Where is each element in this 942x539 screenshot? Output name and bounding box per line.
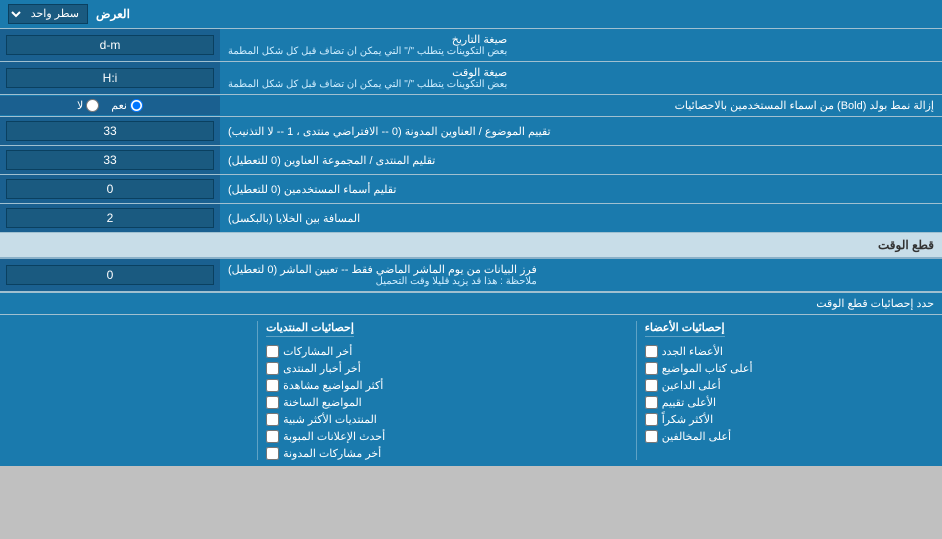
checkbox-new-members[interactable]	[645, 345, 658, 358]
checkbox-top-writers[interactable]	[645, 362, 658, 375]
checkboxes-area: إحصائيات الأعضاء الأعضاء الجدد أعلى كتاب…	[0, 315, 942, 466]
cb-last-news: أخر أخبار المنتدى	[266, 362, 361, 375]
forum-group-input-wrap	[0, 146, 220, 174]
cutoff-days-title: فرز البيانات من يوم الماشر الماضي فقط --…	[228, 263, 537, 276]
checkbox-top-violators[interactable]	[645, 430, 658, 443]
checkbox-top-inviters[interactable]	[645, 379, 658, 392]
post-stats-col: إحصائيات المنتديات أخر المشاركات أخر أخب…	[266, 321, 628, 460]
column-gap-row: المسافة بين الخلايا (بالبكسل)	[0, 204, 942, 233]
time-format-row: صيغة الوقت بعض التكوينات يتطلب "/" التي …	[0, 62, 942, 95]
bottom-stats-header: حدد إحصائيات قطع الوقت	[0, 293, 942, 315]
date-format-label: صيغة التاريخ بعض التكوينات يتطلب "/" الت…	[220, 29, 942, 61]
time-format-input-wrap	[0, 62, 220, 94]
checkbox-most-viewed[interactable]	[266, 379, 279, 392]
column-gap-label: المسافة بين الخلايا (بالبكسل)	[220, 204, 942, 232]
radio-no[interactable]	[86, 99, 99, 112]
time-format-label: صيغة الوقت بعض التكوينات يتطلب "/" التي …	[220, 62, 942, 94]
username-trim-input-wrap	[0, 175, 220, 203]
cb-top-violators: أعلى المخالفين	[645, 430, 731, 443]
bold-remove-options: نعم لا	[0, 96, 220, 115]
cb-new-members: الأعضاء الجدد	[645, 345, 723, 358]
checkbox-top-rated[interactable]	[645, 396, 658, 409]
checkbox-last-blog-posts[interactable]	[266, 447, 279, 460]
title-label: العرض	[96, 7, 130, 21]
forum-group-row: تقليم المنتدى / المجموعة العناوين (0 للت…	[0, 146, 942, 175]
cb-latest-classifieds: أحدث الإعلانات المبوبة	[266, 430, 385, 443]
topic-count-row: تقييم الموضوع / العناوين المدونة (0 -- ا…	[0, 117, 942, 146]
cb-most-viewed: أكثر المواضيع مشاهدة	[266, 379, 383, 392]
topic-count-input-wrap	[0, 117, 220, 145]
checkbox-latest-classifieds[interactable]	[266, 430, 279, 443]
display-select[interactable]: سطر واحد سطرين ثلاثة أسطر	[8, 4, 88, 24]
select-wrapper: سطر واحد سطرين ثلاثة أسطر	[8, 4, 88, 24]
empty-col	[8, 321, 249, 460]
cb-top-rated: الأعلى تقييم	[645, 396, 716, 409]
username-trim-label: تقليم أسماء المستخدمين (0 للتعطيل)	[220, 175, 942, 203]
checkbox-popular-forums[interactable]	[266, 413, 279, 426]
bold-remove-row: إزالة نمط بولد (Bold) من اسماء المستخدمي…	[0, 95, 942, 117]
date-format-title: صيغة التاريخ	[228, 33, 507, 46]
cutoff-days-row: فرز البيانات من يوم الماشر الماضي فقط --…	[0, 259, 942, 292]
header-row: العرض سطر واحد سطرين ثلاثة أسطر	[0, 0, 942, 29]
cb-last-posts: أخر المشاركات	[266, 345, 352, 358]
forum-group-label: تقليم المنتدى / المجموعة العناوين (0 للت…	[220, 146, 942, 174]
topic-count-input[interactable]	[6, 121, 214, 141]
date-format-row: صيغة التاريخ بعض التكوينات يتطلب "/" الت…	[0, 29, 942, 62]
main-container: العرض سطر واحد سطرين ثلاثة أسطر صيغة الت…	[0, 0, 942, 466]
bottom-stats-label: حدد إحصائيات قطع الوقت	[816, 297, 934, 310]
post-stats-header: إحصائيات المنتديات	[266, 321, 354, 337]
divider-1	[636, 321, 637, 460]
cutoff-days-sub: ملاحظة : هذا قد يزيد قليلا وقت التحميل	[228, 276, 537, 287]
radio-yes-label[interactable]: نعم	[111, 99, 143, 112]
forum-group-input[interactable]	[6, 150, 214, 170]
checkbox-last-news[interactable]	[266, 362, 279, 375]
column-gap-input-wrap	[0, 204, 220, 232]
username-trim-row: تقليم أسماء المستخدمين (0 للتعطيل)	[0, 175, 942, 204]
checkbox-most-thanks[interactable]	[645, 413, 658, 426]
topic-count-label: تقييم الموضوع / العناوين المدونة (0 -- ا…	[220, 117, 942, 145]
cutoff-section-header: قطع الوقت	[0, 233, 942, 259]
time-format-sub: بعض التكوينات يتطلب "/" التي يمكن ان تضا…	[228, 79, 507, 90]
cutoff-header-text: قطع الوقت	[878, 238, 934, 252]
checkbox-hot-topics[interactable]	[266, 396, 279, 409]
cutoff-days-input[interactable]	[6, 265, 214, 285]
bottom-stats-section: حدد إحصائيات قطع الوقت إحصائيات الأعضاء …	[0, 292, 942, 466]
column-gap-input[interactable]	[6, 208, 214, 228]
username-trim-input[interactable]	[6, 179, 214, 199]
cb-last-blog-posts: أخر مشاركات المدونة	[266, 447, 381, 460]
checkbox-last-posts[interactable]	[266, 345, 279, 358]
cutoff-days-label: فرز البيانات من يوم الماشر الماضي فقط --…	[220, 259, 942, 291]
time-format-title: صيغة الوقت	[228, 66, 507, 79]
cb-top-writers: أعلى كتاب المواضيع	[645, 362, 753, 375]
bold-remove-label: إزالة نمط بولد (Bold) من اسماء المستخدمي…	[220, 95, 942, 116]
radio-no-label[interactable]: لا	[77, 99, 99, 112]
cb-most-thanks: الأكثر شكراً	[645, 413, 713, 426]
cutoff-days-input-wrap	[0, 259, 220, 291]
member-stats-header: إحصائيات الأعضاء	[645, 321, 725, 337]
cb-popular-forums: المنتديات الأكثر شبية	[266, 413, 377, 426]
date-format-input-wrap	[0, 29, 220, 61]
divider-2	[257, 321, 258, 460]
cb-hot-topics: المواضيع الساخنة	[266, 396, 362, 409]
date-format-sub: بعض التكوينات يتطلب "/" التي يمكن ان تضا…	[228, 46, 507, 57]
radio-yes[interactable]	[130, 99, 143, 112]
time-format-input[interactable]	[6, 68, 214, 88]
stats-header-col: إحصائيات الأعضاء الأعضاء الجدد أعلى كتاب…	[645, 321, 934, 460]
date-format-input[interactable]	[6, 35, 214, 55]
cb-top-inviters: أعلى الداعين	[645, 379, 721, 392]
